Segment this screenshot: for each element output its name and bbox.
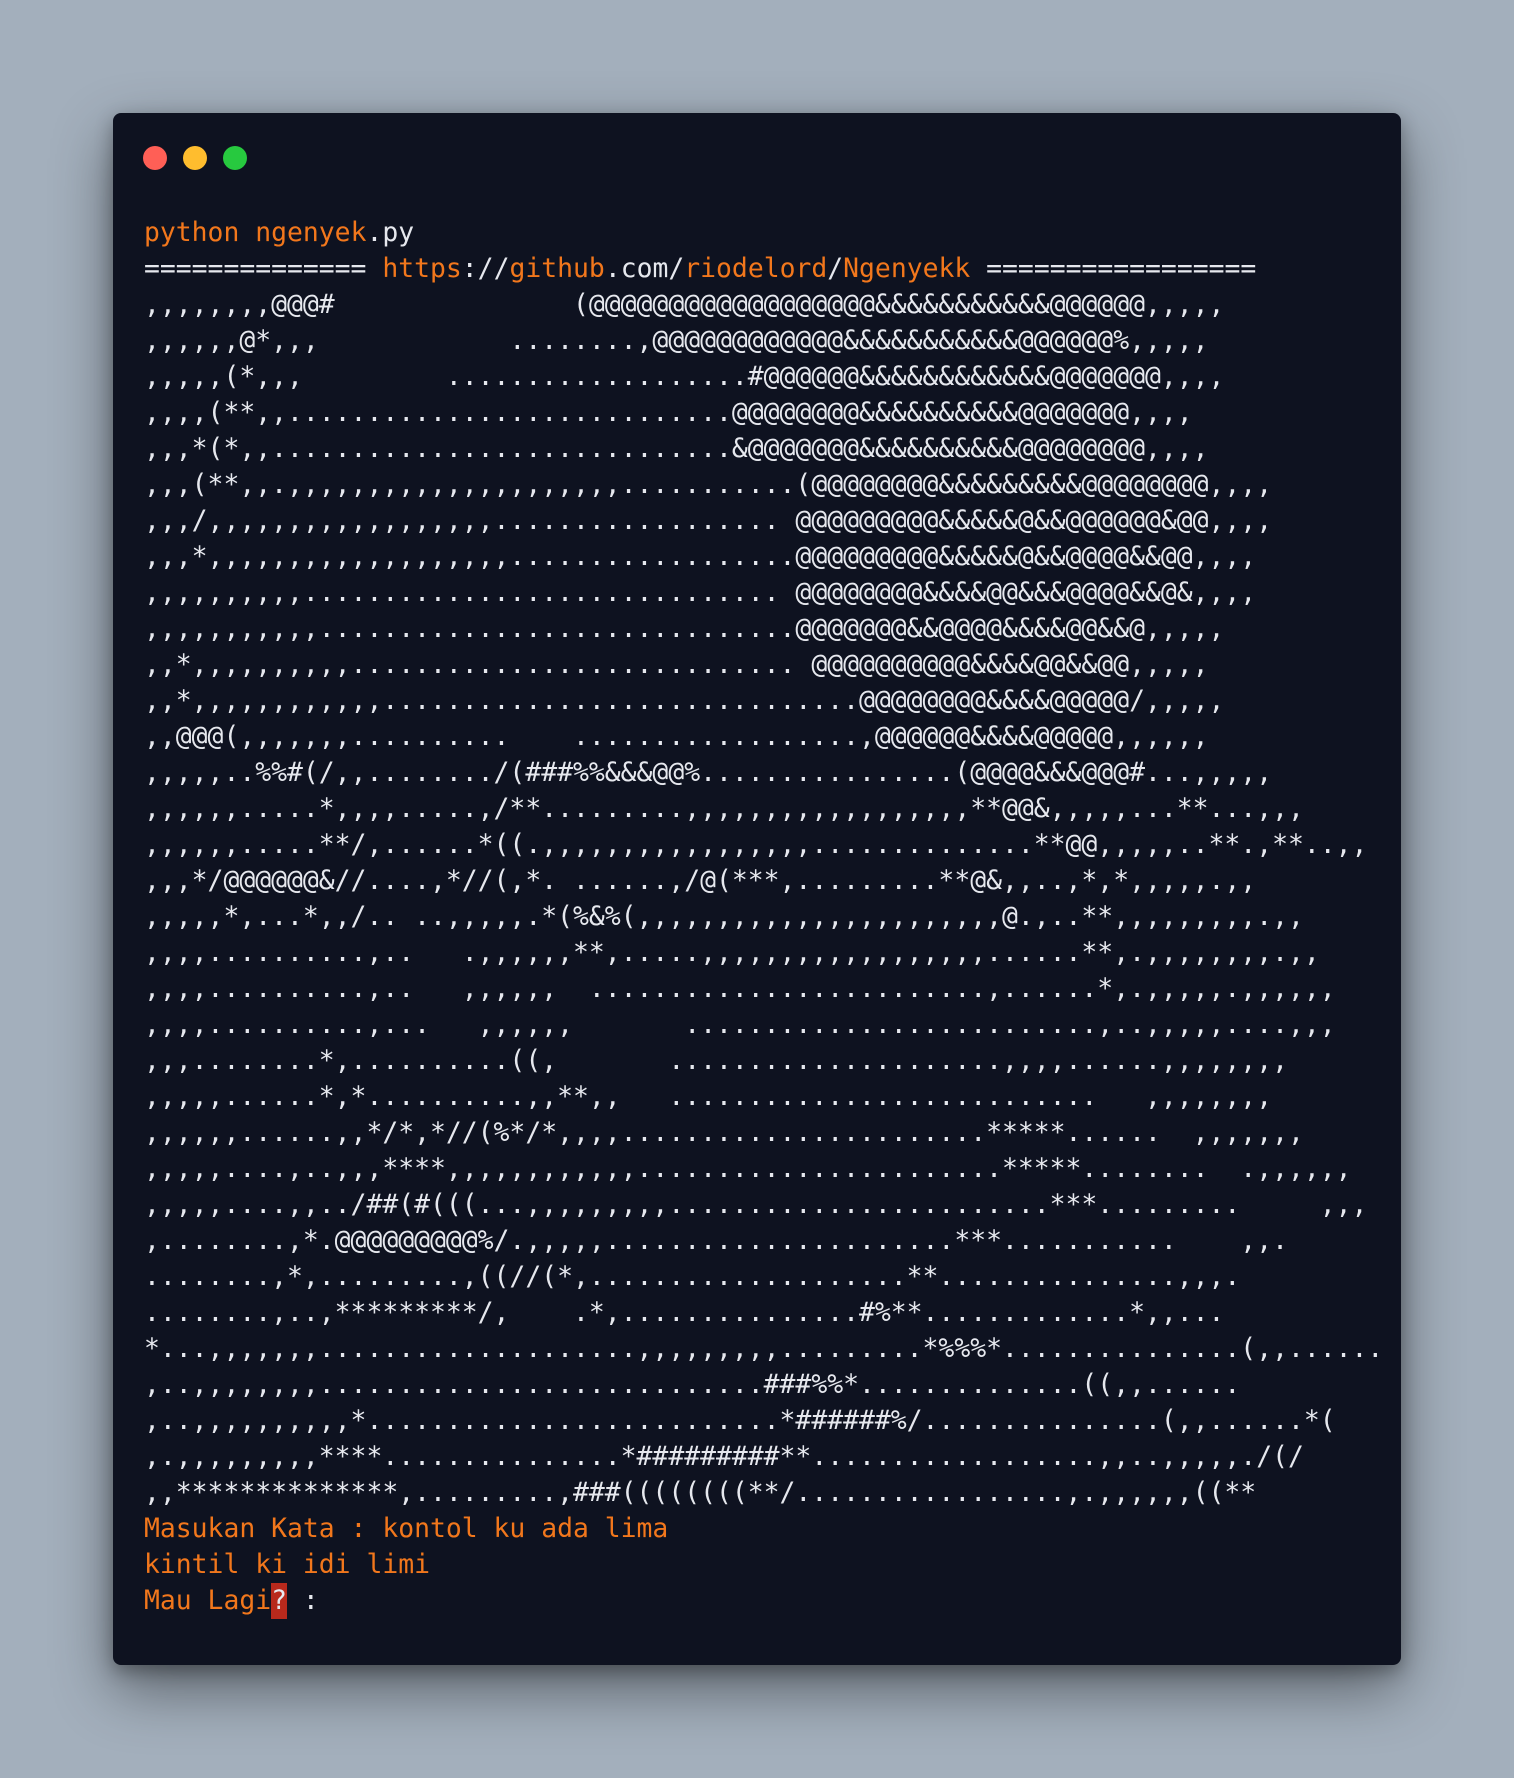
banner-line: ============== https://github.com/riodel…	[144, 251, 1381, 287]
ascii-art-line: ,,,,,(*,,, ...................#@@@@@@&&&…	[144, 361, 1225, 392]
ascii-art-line: ,,,,,*,...*,,/.. ..,,,,,.*(%&%(,,,,,,,,,…	[144, 901, 1304, 932]
ascii-art-line: ,,*,,,,,,,,,,...........................…	[144, 649, 1209, 680]
terminal-window: python ngenyek.py ============== https:/…	[113, 113, 1401, 1665]
ascii-art-line: ,,*,,,,,,,,,,,,.........................…	[144, 685, 1225, 716]
banner-url-sep: ://	[461, 253, 510, 284]
ascii-art-line: ........,*,.........,((//(*,............…	[144, 1261, 1241, 1292]
ascii-art-line: ,,,,,,,,,,,.............................…	[144, 613, 1225, 644]
ascii-art-line: ,,,,,,,,,,..............................…	[144, 577, 1257, 608]
ascii-art-line: ,,,,,....,..,,,****,,,,,,,,,,,,.........…	[144, 1153, 1352, 1184]
banner-rule-left: ==============	[144, 253, 367, 284]
ascii-art-line: ,,,,..........,.. .,,,,,,**,.....,,,,,,,…	[144, 937, 1320, 968]
banner-url-host: github	[509, 253, 605, 284]
program-output-line: kintil ki idi limi	[144, 1549, 430, 1580]
terminal-output[interactable]: python ngenyek.py ============== https:/…	[144, 215, 1381, 1619]
ascii-art-line: ........,..,*********/, .*,.............…	[144, 1297, 1225, 1328]
ascii-art-line: ,,,*,,,,,,,,,,,,,,,,,,,.................…	[144, 541, 1257, 572]
ascii-art-line: ,,**************,.........,###((((((((**…	[144, 1477, 1257, 1508]
ascii-art-line: ,,,,..........,.. ,,,,,, ...............…	[144, 973, 1336, 1004]
command-extension: .py	[366, 217, 415, 248]
input-prompt-label: Masukan Kata :	[144, 1513, 383, 1544]
ascii-art-line: ,,,,,,.....**/,......*((.,,,,,,,,,,,,,,,…	[144, 829, 1368, 860]
banner-url-repo: Ngenyekk	[843, 253, 971, 284]
ascii-art-line: ,,,,,,@*,,, ........,@@@@@@@@@@@@&&&&&&&…	[144, 325, 1209, 356]
minimize-button[interactable]	[183, 146, 207, 170]
ascii-art-line: ,.,,,,,,,,,****...............*#########…	[144, 1441, 1304, 1472]
ascii-art-line: ,,,,,,.....*,,,,.....,/**.........,,,,,,…	[144, 793, 1304, 824]
ascii-art-line: ,..,,,,,,,,............................#…	[144, 1369, 1241, 1400]
again-prompt-suffix: :	[287, 1585, 319, 1616]
again-prompt-label: Mau Lagi	[144, 1585, 272, 1616]
ascii-art-line: ,,,*(*,,.............................&@@…	[144, 433, 1209, 464]
text-cursor: ?	[271, 1583, 287, 1619]
window-controls	[143, 146, 247, 170]
banner-url-sep: /	[668, 253, 685, 284]
ascii-art-line: ,,,,,,......,,*/*,*//(%*/*,,,,..........…	[144, 1117, 1304, 1148]
ascii-art-line: ,,,,,....,,../##(#(((...,,,,,,,,,.......…	[144, 1189, 1368, 1220]
again-prompt-line[interactable]: Mau Lagi? :	[144, 1583, 1381, 1619]
close-button[interactable]	[143, 146, 167, 170]
banner-url-sep: /	[827, 253, 844, 284]
command-line: python ngenyek.py	[144, 215, 1381, 251]
command-program: python	[144, 217, 240, 248]
input-prompt-value: kontol ku ada lima	[382, 1513, 669, 1544]
ascii-art-line: *...,,,,,,,....................,,,,,,,,,…	[144, 1333, 1381, 1364]
ascii-art-line: ,,,,,..%%#(/,,......../(###%%&&&@@%.....…	[144, 757, 1273, 788]
ascii-art-line: ,,@@@(,,,,,,,.......... ................…	[144, 721, 1209, 752]
command-script: ngenyek	[255, 217, 367, 248]
ascii-art-line: ,..,,,,,,,,,,*..........................…	[144, 1405, 1336, 1436]
ascii-art-line: ,,,/,,,,,,,,,,,,,,,,,,..................…	[144, 505, 1273, 536]
banner-url-tld: .com	[604, 253, 669, 284]
input-prompt-line: Masukan Kata : kontol ku ada lima	[144, 1511, 1381, 1547]
ascii-art-line: ,,,(**,,.,,,,,,,,,,,,,,,,,,,,,..........…	[144, 469, 1273, 500]
maximize-button[interactable]	[223, 146, 247, 170]
banner-url-scheme: https	[382, 253, 462, 284]
banner-url-user: riodelord	[684, 253, 828, 284]
ascii-art-line: ,,,*/@@@@@@&//....,*//(,*. ......,/@(***…	[144, 865, 1257, 896]
ascii-art-line: ,........,*.@@@@@@@@@%/.,,,,,...........…	[144, 1225, 1288, 1256]
banner-rule-right: =================	[986, 253, 1257, 284]
ascii-art-line: ,,,,,,,,@@@# (@@@@@@@@@@@@@@@@@@&&&&&&&&…	[144, 289, 1225, 320]
ascii-art-line: ,,,........*,..........((, .............…	[144, 1045, 1288, 1076]
ascii-art-line: ,,,,..........,... ,,,,,, ..............…	[144, 1009, 1336, 1040]
ascii-art-line: ,,,,,......*,*..........,,**,, .........…	[144, 1081, 1273, 1112]
ascii-art-line: ,,,,(**,,............................@@@…	[144, 397, 1193, 428]
